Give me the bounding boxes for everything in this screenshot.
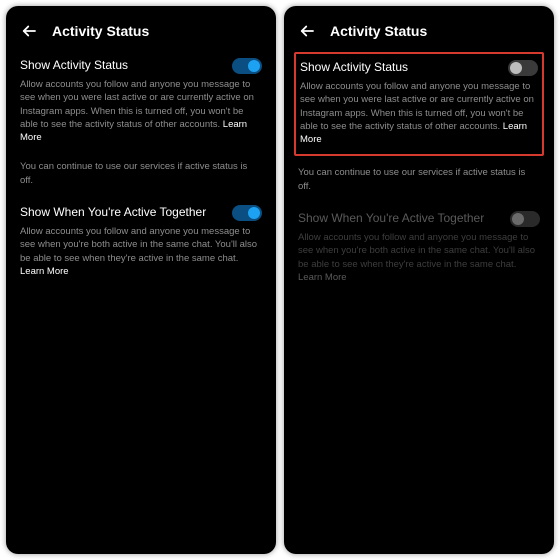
setting-show-activity: Show Activity Status Allow accounts you … — [300, 60, 538, 146]
highlight-annotation: Show Activity Status Allow accounts you … — [294, 52, 544, 156]
toggle-active-together[interactable] — [232, 205, 262, 221]
toggle-show-activity[interactable] — [232, 58, 262, 74]
setting-desc: Allow accounts you follow and anyone you… — [298, 231, 540, 284]
toggle-active-together — [510, 211, 540, 227]
setting-title: Show Activity Status — [20, 58, 128, 72]
learn-more-link: Learn More — [298, 272, 347, 283]
setting-show-activity: Show Activity Status Allow accounts you … — [18, 50, 264, 154]
phone-right: Activity Status Show Activity Status All… — [284, 6, 554, 554]
page-title: Activity Status — [52, 23, 149, 39]
header: Activity Status — [18, 20, 264, 50]
continue-note: You can continue to use our services if … — [296, 160, 542, 203]
setting-title: Show Activity Status — [300, 60, 408, 74]
header: Activity Status — [296, 20, 542, 50]
setting-title: Show When You're Active Together — [20, 205, 206, 219]
toggle-show-activity[interactable] — [508, 60, 538, 76]
page-title: Activity Status — [330, 23, 427, 39]
setting-active-together: Show When You're Active Together Allow a… — [18, 197, 264, 288]
continue-note: You can continue to use our services if … — [18, 154, 264, 197]
learn-more-link[interactable]: Learn More — [20, 266, 69, 277]
back-arrow-icon[interactable] — [20, 22, 38, 40]
back-arrow-icon[interactable] — [298, 22, 316, 40]
setting-active-together: Show When You're Active Together Allow a… — [296, 203, 542, 294]
setting-desc: Allow accounts you follow and anyone you… — [300, 80, 538, 146]
setting-desc: Allow accounts you follow and anyone you… — [20, 225, 262, 278]
phone-left: Activity Status Show Activity Status All… — [6, 6, 276, 554]
setting-desc: Allow accounts you follow and anyone you… — [20, 78, 262, 144]
setting-title: Show When You're Active Together — [298, 211, 484, 225]
